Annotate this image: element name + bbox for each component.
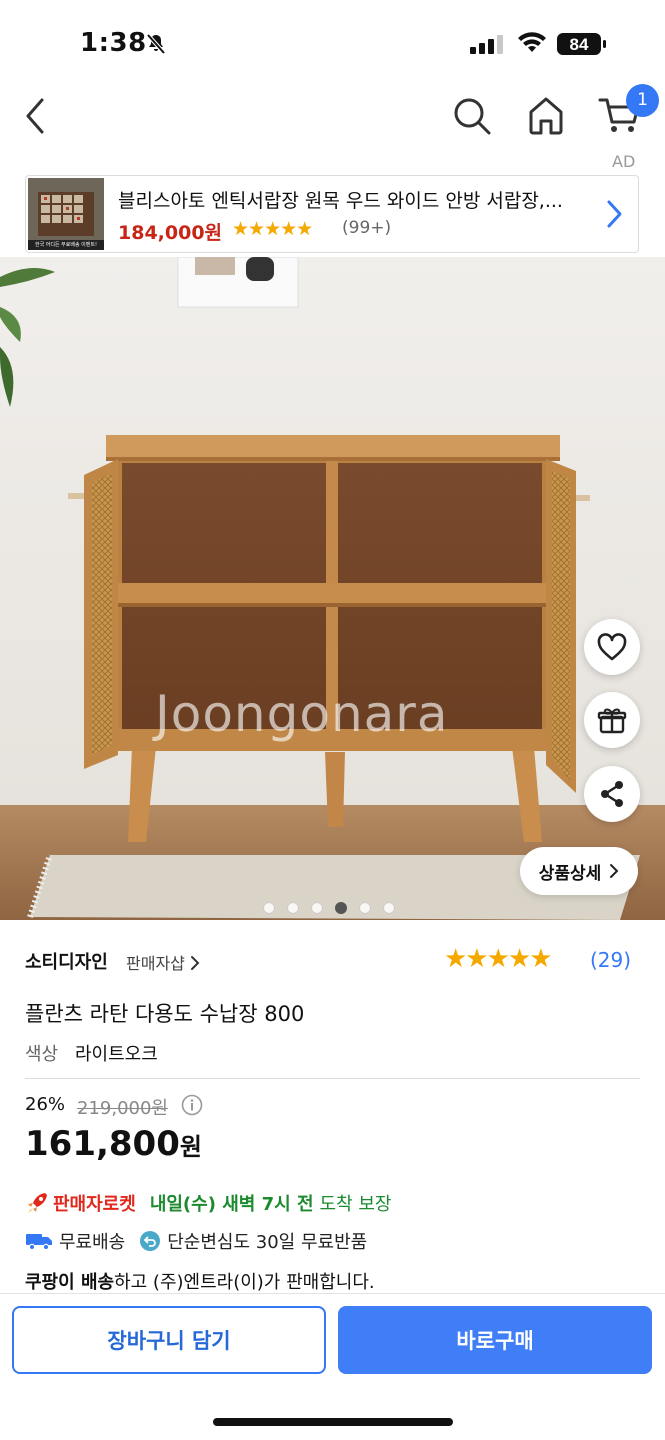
ad-thumbnail: 한국 어디든 무료배송 이벤트! [28, 178, 104, 250]
carousel-dot[interactable] [383, 902, 395, 914]
return-icon [140, 1231, 161, 1251]
wifi-icon [516, 30, 548, 58]
info-icon[interactable] [181, 1094, 203, 1120]
status-time: 1:38 [80, 28, 147, 58]
free-shipping-label: 무료배송 [59, 1232, 126, 1253]
sale-price-number: 161,800 [25, 1124, 180, 1164]
carousel-dot-active[interactable] [335, 902, 347, 914]
ad-rating-stars: ★★★★★ [232, 218, 313, 240]
seller-line-rest: 하고 (주)엔트라(이)가 판매합니다. [114, 1272, 375, 1293]
sale-price: 161,800원 [25, 1124, 202, 1164]
carousel-dot[interactable] [287, 902, 299, 914]
chevron-right-icon [610, 864, 619, 878]
chevron-right-icon [604, 198, 624, 234]
heart-icon [597, 633, 627, 661]
seller-shop-label: 판매자샵 [126, 954, 185, 973]
gift-icon [597, 708, 627, 734]
shipping-row: 무료배송 단순변심도 30일 무료반품 [25, 1228, 367, 1254]
option-color-label: 색상 [25, 1044, 59, 1065]
carousel-dot[interactable] [263, 902, 275, 914]
ad-banner[interactable]: 한국 어디든 무료배송 이벤트! 블리스아토 엔틱서랍장 원목 우드 와이드 안… [25, 175, 639, 253]
rocket-icon [28, 1193, 47, 1213]
battery-level: 84 [570, 35, 589, 54]
divider [25, 1078, 640, 1079]
buy-now-button[interactable]: 바로구매 [338, 1306, 652, 1374]
bottom-bar-divider [0, 1293, 665, 1294]
ad-review-count: (99+) [342, 218, 392, 238]
cart-count-badge: 1 [626, 84, 659, 117]
seller-name[interactable]: 소티디자인 [25, 948, 108, 974]
product-detail-label: 상품상세 [538, 863, 602, 884]
product-image[interactable]: Joongonara [0, 257, 665, 920]
share-icon [601, 781, 623, 807]
chevron-right-icon [190, 956, 200, 970]
bell-muted-icon [144, 32, 168, 60]
status-bar: 1:38 84 [0, 0, 665, 90]
sale-price-unit: 원 [179, 1133, 202, 1161]
battery-icon: 84 [557, 32, 607, 60]
carousel-indicator [263, 902, 395, 914]
delivery-date: 내일(수) 새벽 7시 전 [149, 1194, 314, 1215]
back-button[interactable] [22, 96, 50, 140]
rating-stars: ★★★★★ [444, 944, 553, 974]
ad-thumb-caption: 한국 어디든 무료배송 이벤트! [35, 242, 97, 248]
carousel-dot[interactable] [359, 902, 371, 914]
wishlist-button[interactable] [584, 619, 640, 675]
add-to-cart-button[interactable]: 장바구니 담기 [12, 1306, 326, 1374]
delivery-guarantee: 도착 보장 [319, 1194, 392, 1215]
discount-rate: 26% [25, 1094, 66, 1115]
watermark-text: Joongonara [155, 685, 449, 743]
seller-line-bold: 쿠팡이 배송 [25, 1272, 115, 1293]
original-price: 219,000원 [77, 1098, 168, 1119]
home-indicator [213, 1418, 453, 1426]
product-detail-button[interactable]: 상품상세 [520, 847, 638, 895]
ad-price: 184,000원 [118, 222, 223, 244]
product-title: 플란츠 라탄 다용도 수납장 800 [25, 1002, 305, 1026]
home-icon[interactable] [526, 94, 566, 140]
carousel-dot[interactable] [311, 902, 323, 914]
ad-label: AD [612, 152, 636, 171]
share-button[interactable] [584, 766, 640, 822]
delivery-row: 판매자로켓 내일(수) 새벽 7시 전 도착 보장 [25, 1190, 391, 1216]
search-icon[interactable] [452, 96, 492, 140]
truck-icon [26, 1234, 52, 1251]
review-count-link[interactable]: (29) [590, 948, 631, 972]
gift-button[interactable] [584, 692, 640, 748]
seller-shop-link[interactable]: 판매자샵 [126, 950, 200, 974]
free-return-label: 단순변심도 30일 무료반품 [167, 1232, 368, 1253]
seller-info-line: 쿠팡이 배송하고 (주)엔트라(이)가 판매합니다. [25, 1268, 375, 1294]
cellular-signal-icon [470, 34, 506, 58]
ad-title: 블리스아토 엔틱서랍장 원목 우드 와이드 안방 서랍장,... [118, 190, 563, 212]
option-color-value[interactable]: 라이트오크 [75, 1040, 158, 1066]
delivery-badge: 판매자로켓 [53, 1194, 136, 1215]
